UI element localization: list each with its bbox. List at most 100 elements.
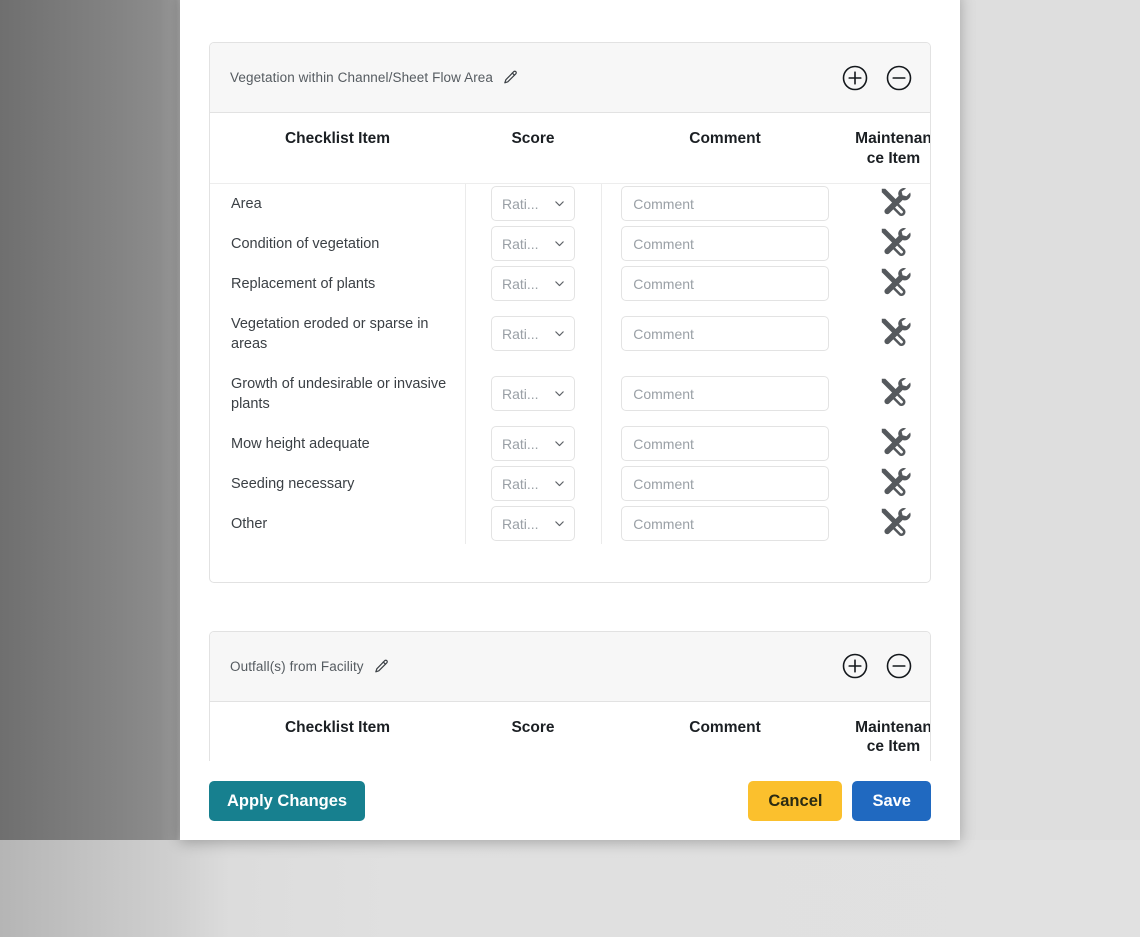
- cell-checklist-item: Vegetation eroded or sparse in areas: [210, 304, 465, 364]
- checklist-item-label: Replacement of plants: [231, 275, 376, 292]
- cell-checklist-item: Other: [210, 504, 465, 544]
- comment-input[interactable]: [621, 426, 830, 462]
- chevron-down-icon: [553, 437, 566, 450]
- cell-score: Rati...: [464, 223, 601, 264]
- cell-checklist-item: Seeding necessary: [210, 464, 465, 504]
- column-header-score: Score: [465, 701, 601, 761]
- score-select-value: Rati...: [502, 475, 539, 492]
- cell-score: Rati...: [464, 463, 601, 504]
- score-select[interactable]: Rati...: [491, 466, 575, 502]
- table-header-row: Checklist Item Score Comment Maintenance…: [210, 113, 930, 184]
- column-header-checklist-item: Checklist Item: [210, 701, 465, 761]
- cell-checklist-item: Replacement of plants: [210, 264, 465, 304]
- score-select-value: Rati...: [502, 275, 539, 292]
- table-row: Mow height adequate Rati...: [210, 423, 930, 464]
- minus-circle-icon[interactable]: [884, 63, 914, 93]
- checklist-item-label: Vegetation eroded or sparse in areas: [231, 315, 429, 352]
- comment-input[interactable]: [621, 316, 830, 352]
- table-row: Growth of undesirable or invasive plants…: [210, 363, 930, 424]
- checklist-item-label: Other: [231, 515, 268, 532]
- column-header-comment: Comment: [601, 113, 849, 184]
- cell-score: Rati...: [464, 503, 601, 544]
- comment-input[interactable]: [621, 186, 830, 222]
- checklist-item-label: Seeding necessary: [231, 475, 355, 492]
- cell-maintenance-item: [849, 504, 930, 544]
- chevron-down-icon: [553, 477, 566, 490]
- cell-maintenance-item: [849, 464, 930, 504]
- tools-icon[interactable]: [877, 224, 911, 258]
- chevron-down-icon: [553, 277, 566, 290]
- column-header-comment: Comment: [601, 701, 849, 761]
- cell-comment: [600, 183, 849, 224]
- tools-icon[interactable]: [877, 504, 911, 538]
- comment-input[interactable]: [621, 226, 830, 262]
- cell-checklist-item: Area: [210, 183, 465, 224]
- cell-score: Rati...: [464, 423, 601, 464]
- pencil-icon[interactable]: [373, 658, 390, 675]
- cell-score: Rati...: [464, 363, 601, 424]
- comment-input[interactable]: [621, 466, 830, 502]
- chevron-down-icon: [553, 237, 566, 250]
- cell-comment: [600, 503, 849, 544]
- score-select-value: Rati...: [502, 435, 539, 452]
- modal-scroll-body[interactable]: Vegetation within Channel/Sheet Flow Are…: [180, 0, 960, 761]
- score-select[interactable]: Rati...: [491, 266, 575, 302]
- panel-header: Outfall(s) from Facility: [210, 631, 930, 702]
- chevron-down-icon: [553, 387, 566, 400]
- column-header-maintenance-item: Maintenance Item: [849, 113, 930, 184]
- panel-header: Vegetation within Channel/Sheet Flow Are…: [210, 43, 930, 113]
- tools-icon[interactable]: [877, 374, 911, 408]
- chevron-down-icon: [553, 197, 566, 210]
- checklist-table: Checklist Item Score Comment Maintenance…: [210, 113, 930, 544]
- plus-circle-icon[interactable]: [840, 63, 870, 93]
- cell-score: Rati...: [464, 263, 601, 304]
- column-header-checklist-item: Checklist Item: [210, 113, 465, 184]
- score-select[interactable]: Rati...: [491, 426, 575, 462]
- table-row: Replacement of plants Rati...: [210, 263, 930, 304]
- comment-input[interactable]: [621, 376, 830, 412]
- apply-changes-button[interactable]: Apply Changes: [209, 780, 366, 821]
- score-select[interactable]: Rati...: [491, 376, 575, 412]
- checklist-panel-outfall: Outfall(s) from Facility Checklist Item …: [209, 630, 931, 761]
- comment-input[interactable]: [621, 266, 830, 302]
- tools-icon[interactable]: [877, 184, 911, 218]
- checklist-item-label: Area: [231, 195, 262, 212]
- cell-comment: [600, 363, 849, 424]
- save-button[interactable]: Save: [852, 780, 931, 821]
- cancel-button[interactable]: Cancel: [748, 780, 843, 821]
- cell-comment: [600, 303, 849, 364]
- score-select-value: Rati...: [502, 325, 539, 342]
- panel-title: Outfall(s) from Facility: [230, 658, 364, 674]
- table-row: Area Rati...: [210, 183, 930, 224]
- cell-comment: [600, 463, 849, 504]
- cell-checklist-item: Growth of undesirable or invasive plants: [210, 364, 465, 424]
- tools-icon[interactable]: [877, 314, 911, 348]
- tools-icon[interactable]: [877, 464, 911, 498]
- score-select-value: Rati...: [502, 195, 539, 212]
- cell-comment: [600, 263, 849, 304]
- cell-maintenance-item: [849, 304, 930, 364]
- pencil-icon[interactable]: [502, 69, 519, 86]
- column-header-maintenance-item: Maintenance Item: [849, 701, 930, 761]
- score-select-value: Rati...: [502, 385, 539, 402]
- tools-icon[interactable]: [877, 424, 911, 458]
- cell-checklist-item: Condition of vegetation: [210, 224, 465, 264]
- column-header-score: Score: [465, 113, 601, 184]
- minus-circle-icon[interactable]: [884, 651, 914, 681]
- cell-checklist-item: Mow height adequate: [210, 424, 465, 464]
- table-row: Vegetation eroded or sparse in areas Rati…: [210, 303, 930, 364]
- score-select[interactable]: Rati...: [491, 226, 575, 262]
- score-select[interactable]: Rati...: [491, 186, 575, 222]
- score-select[interactable]: Rati...: [491, 316, 575, 352]
- plus-circle-icon[interactable]: [840, 651, 870, 681]
- comment-input[interactable]: [621, 506, 830, 542]
- table-row: Seeding necessary Rati...: [210, 463, 930, 504]
- score-select[interactable]: Rati...: [491, 506, 575, 542]
- panel-title: Vegetation within Channel/Sheet Flow Are…: [230, 70, 494, 85]
- modal-footer: Apply Changes Cancel Save: [180, 761, 960, 840]
- cell-maintenance-item: [849, 424, 930, 464]
- table-row: Condition of vegetation Rati...: [210, 223, 930, 264]
- page-backdrop-lower: [0, 840, 1140, 937]
- tools-icon[interactable]: [877, 264, 911, 298]
- cell-score: Rati...: [464, 303, 601, 364]
